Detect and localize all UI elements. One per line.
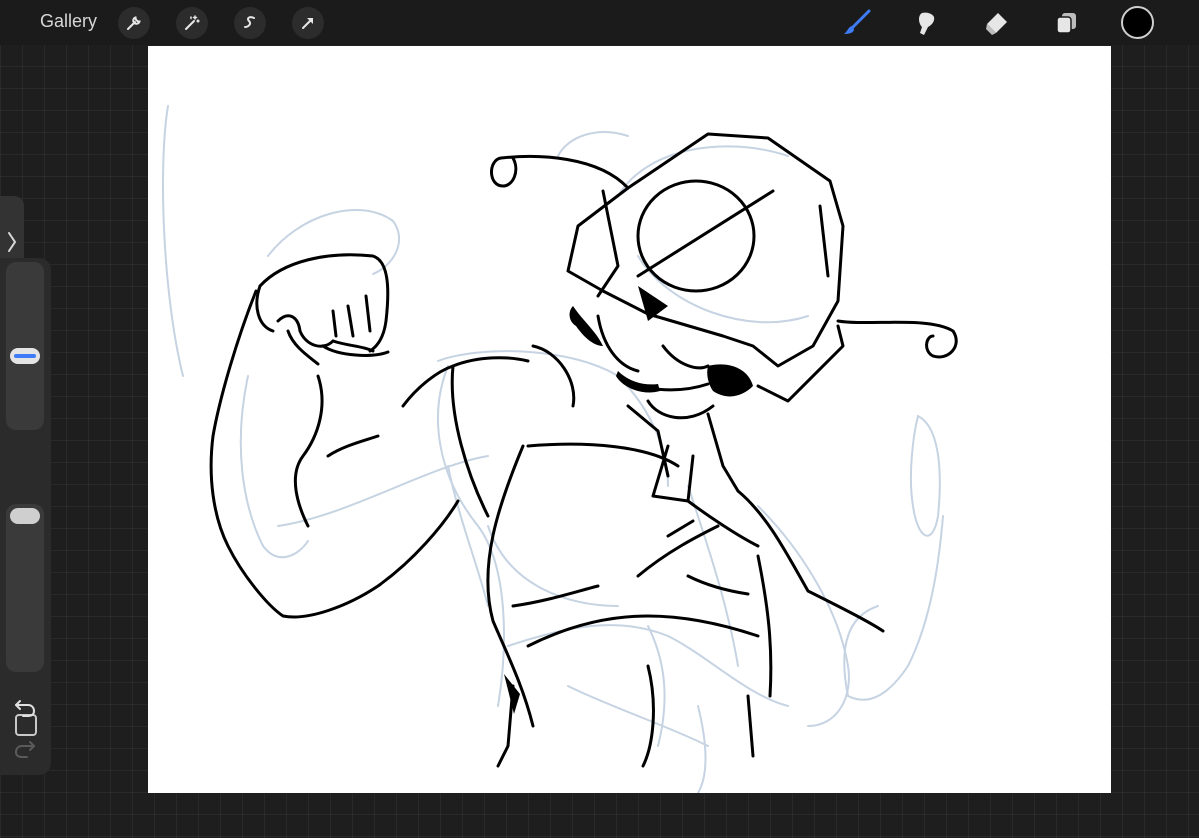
gallery-button[interactable]: Gallery <box>40 11 97 32</box>
opacity-thumb[interactable] <box>10 508 40 524</box>
layers-button[interactable] <box>1048 5 1084 41</box>
eraser-icon <box>986 13 1007 35</box>
brush-tool-button[interactable] <box>838 5 874 41</box>
smudge-icon <box>919 12 935 35</box>
brush-icon <box>844 9 871 34</box>
undo-button[interactable] <box>12 695 38 721</box>
smudge-tool-button[interactable] <box>908 5 944 41</box>
layers-icon <box>1056 13 1076 34</box>
selection-button[interactable] <box>234 7 266 39</box>
ink-fills <box>504 286 753 714</box>
undo-icon <box>15 700 36 717</box>
eraser-tool-button[interactable] <box>978 5 1014 41</box>
chevron-right-icon <box>8 232 17 252</box>
selection-icon <box>244 16 255 28</box>
adjustments-button[interactable] <box>176 7 208 39</box>
brush-size-thumb[interactable] <box>10 348 40 364</box>
sketch-layer <box>162 105 944 793</box>
color-picker-button[interactable] <box>1121 6 1154 39</box>
wrench-icon <box>127 16 141 30</box>
actions-button[interactable] <box>118 7 150 39</box>
magic-wand-icon <box>185 15 200 30</box>
redo-icon <box>14 741 35 758</box>
brush-size-slider[interactable] <box>6 262 44 430</box>
transform-button[interactable] <box>292 7 324 39</box>
opacity-slider[interactable] <box>6 504 44 672</box>
left-sidebar <box>0 258 51 775</box>
transform-arrow-icon <box>302 18 313 29</box>
line-art-drawing <box>162 105 958 793</box>
top-toolbar: Gallery <box>0 0 1199 45</box>
drawing-canvas[interactable] <box>148 46 1111 793</box>
redo-button[interactable] <box>12 736 38 762</box>
